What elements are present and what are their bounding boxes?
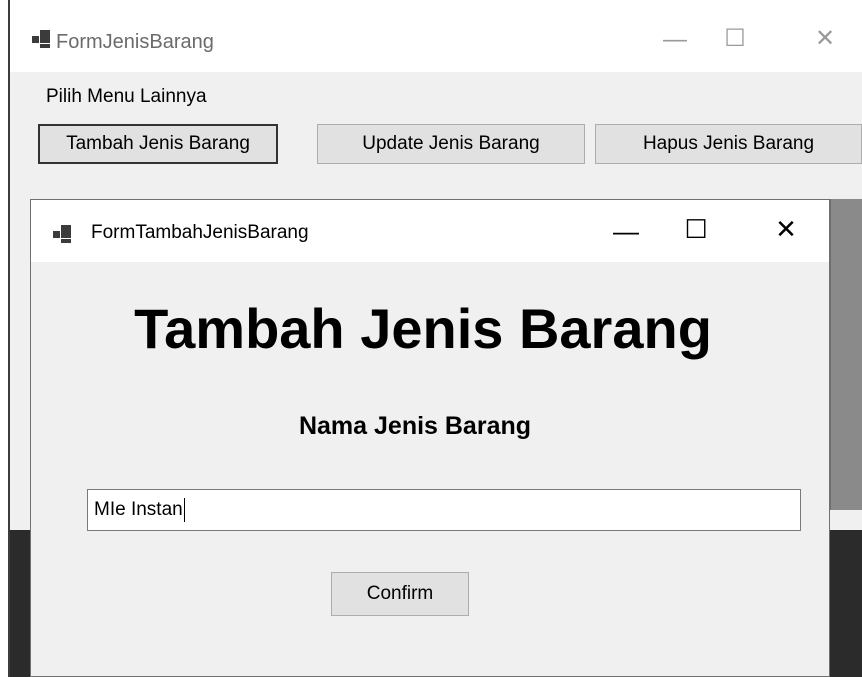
form-heading: Tambah Jenis Barang — [134, 297, 712, 360]
child-titlebar[interactable]: FormTambahJenisBarang — ☐ ✕ — [31, 200, 829, 262]
child-close-button[interactable]: ✕ — [761, 214, 811, 245]
tambah-jenis-barang-button[interactable]: Tambah Jenis Barang — [38, 124, 278, 164]
menu-label: Pilih Menu Lainnya — [46, 86, 207, 107]
parent-maximize-button[interactable]: ☐ — [710, 24, 760, 53]
child-minimize-button[interactable]: — — [601, 216, 651, 247]
parent-close-button[interactable]: ✕ — [800, 24, 850, 53]
parent-titlebar[interactable]: FormJenisBarang — ☐ ✕ — [10, 0, 862, 72]
input-value: MIe Instan — [94, 499, 183, 520]
hapus-jenis-barang-button[interactable]: Hapus Jenis Barang — [595, 124, 862, 164]
confirm-button[interactable]: Confirm — [331, 572, 469, 616]
background-panel — [830, 199, 862, 510]
text-caret — [183, 497, 185, 522]
field-label: Nama Jenis Barang — [298, 412, 532, 440]
child-window-title: FormTambahJenisBarang — [91, 222, 309, 243]
nama-jenis-barang-input[interactable]: MIe Instan — [87, 489, 801, 531]
app-icon — [32, 30, 50, 48]
child-maximize-button[interactable]: ☐ — [671, 214, 721, 245]
parent-minimize-button[interactable]: — — [650, 26, 700, 54]
child-window: FormTambahJenisBarang — ☐ ✕ Tambah Jenis… — [30, 199, 830, 677]
parent-window-title: FormJenisBarang — [56, 31, 214, 53]
update-jenis-barang-button[interactable]: Update Jenis Barang — [317, 124, 585, 164]
child-app-icon — [53, 225, 71, 243]
